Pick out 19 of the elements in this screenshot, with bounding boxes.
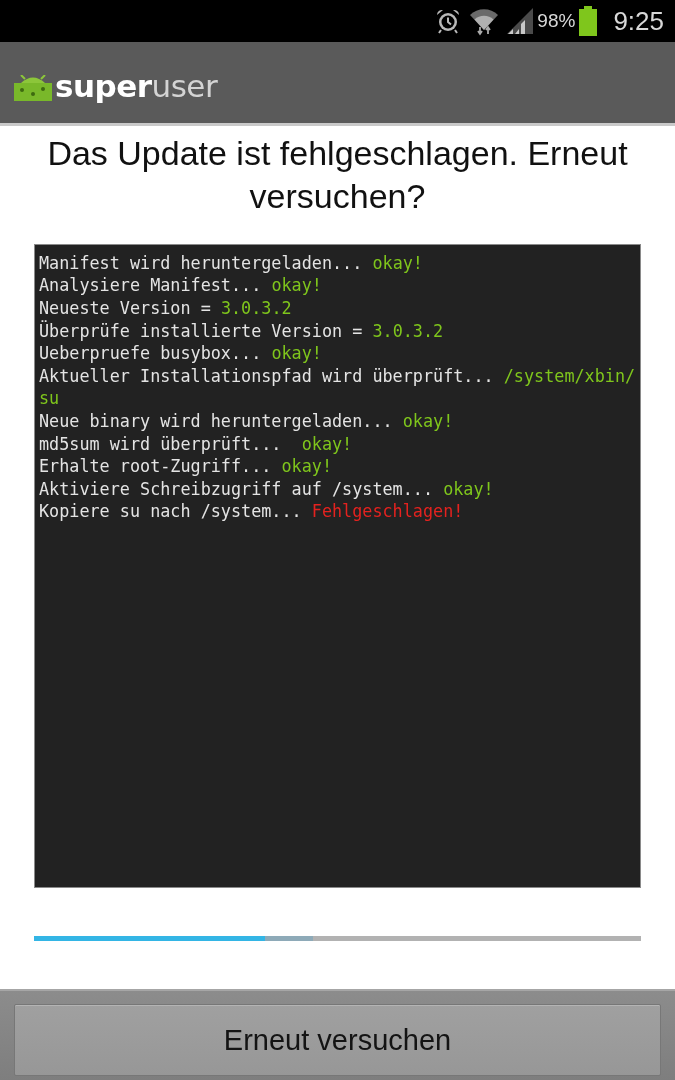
robot-logo-icon <box>14 75 52 102</box>
log-line: Überprüfe installierte Version = 3.0.3.2 <box>39 319 445 343</box>
clock-time: 9:25 <box>613 7 664 34</box>
signal-icon <box>507 7 534 34</box>
app-logo-text: superuser <box>55 67 218 107</box>
log-line: Aktiviere Schreibzugriff auf /system... okay! <box>39 477 495 501</box>
log-line: md5sum wird überprüft... okay! <box>39 432 354 456</box>
retry-button[interactable]: Erneut versuchen <box>14 1004 661 1076</box>
log-line: Erhalte root-Zugriff... okay! <box>39 455 333 478</box>
log-line: Neue binary wird heruntergeladen... okay! <box>39 410 455 433</box>
battery-percent: 98% <box>537 11 576 31</box>
dialog-title: Das Update ist fehlgeschlagen. Erneut versuchen? <box>46 132 629 217</box>
log-line: Analysiere Manifest... okay! <box>39 274 323 298</box>
log-line: Ueberpruefe busybox... okay! <box>39 342 323 365</box>
alarm-clock-icon <box>435 7 462 34</box>
log-line: Kopiere su nach /system... Fehlgeschlagen! <box>39 500 465 523</box>
battery-icon <box>579 5 598 36</box>
log-line: Manifest wird heruntergeladen... okay! <box>39 251 424 275</box>
log-line: Neueste Version = 3.0.3.2 <box>39 297 293 320</box>
